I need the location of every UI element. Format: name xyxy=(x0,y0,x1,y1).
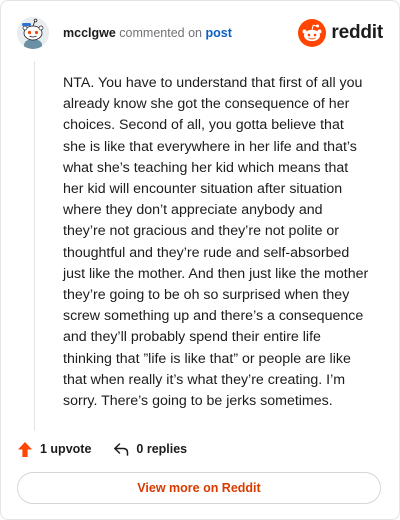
user-avatar[interactable] xyxy=(17,17,49,49)
thread-line xyxy=(34,61,35,431)
post-link[interactable]: post xyxy=(205,26,231,40)
username-link[interactable]: mcclgwe xyxy=(63,26,116,40)
upvote-button[interactable]: 1 upvote xyxy=(17,441,91,458)
reddit-logo[interactable]: reddit xyxy=(298,19,383,47)
reddit-snoo-icon xyxy=(298,19,327,47)
replies-button[interactable]: 0 replies xyxy=(113,442,187,457)
embedded-comment-card: mcclgwe commented on post reddit NTA. Yo… xyxy=(0,0,400,520)
view-more-button[interactable]: View more on Reddit xyxy=(17,472,381,504)
reply-arrow-icon xyxy=(114,442,129,456)
upvote-arrow-icon xyxy=(18,441,32,457)
upvote-count: 1 upvote xyxy=(40,442,92,456)
replies-count: 0 replies xyxy=(136,442,188,456)
snoo-avatar-icon xyxy=(17,17,49,49)
comment-actions: 1 upvote 0 replies xyxy=(17,439,187,459)
comment-header: mcclgwe commented on post reddit xyxy=(17,15,383,55)
comment-meta: mcclgwe commented on post xyxy=(63,26,232,40)
reddit-wordmark: reddit xyxy=(331,22,383,43)
comment-body: NTA. You have to understand that first o… xyxy=(63,75,369,410)
action-text: commented on xyxy=(119,26,202,40)
